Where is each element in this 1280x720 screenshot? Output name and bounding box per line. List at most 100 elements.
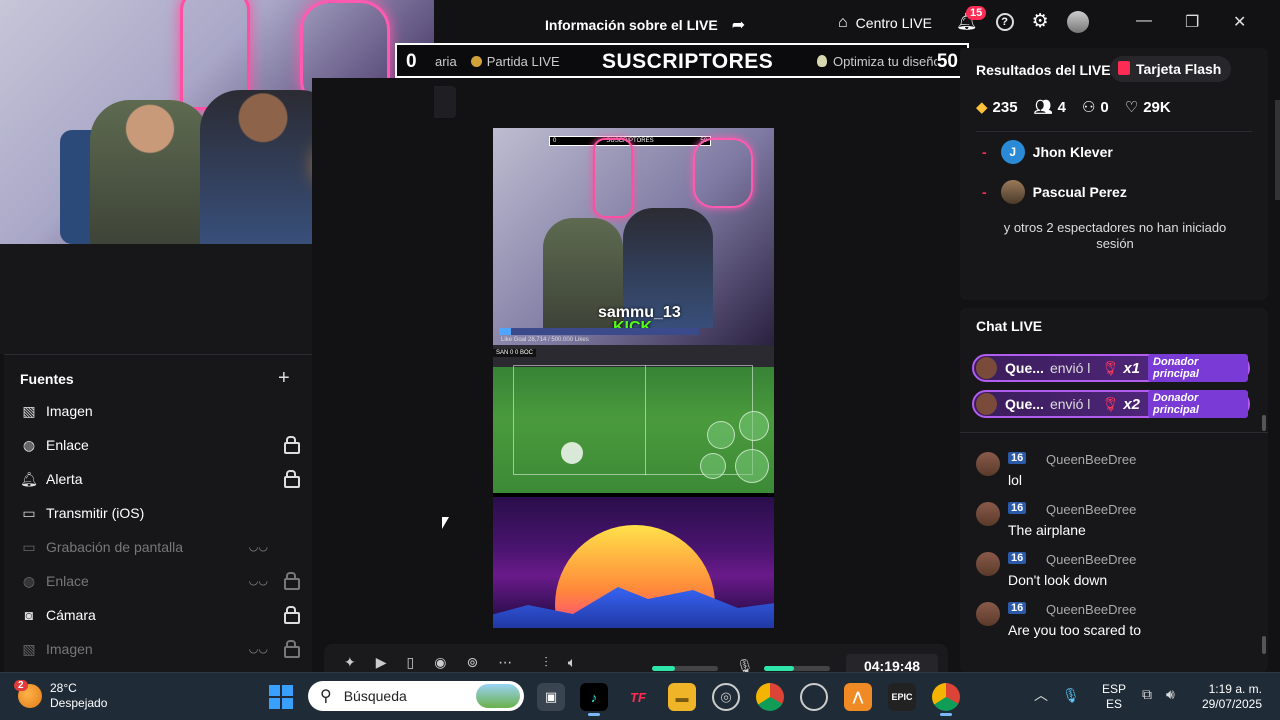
more-icon[interactable]: ⋯ bbox=[498, 654, 512, 671]
taskbar-search[interactable]: ⚲ Búsqueda bbox=[308, 681, 524, 711]
settings-gear-icon[interactable]: ⚙ bbox=[1032, 10, 1049, 33]
followers-stat: ⚇ 0 bbox=[1082, 98, 1109, 116]
source-item[interactable]: ▭ Transmitir (iOS) bbox=[20, 501, 300, 525]
effects-icon[interactable]: ⊚ bbox=[466, 654, 478, 671]
user-level-badge: 16 bbox=[1008, 552, 1027, 564]
viewer-avatar bbox=[1000, 180, 1025, 204]
hidden-eye-icon[interactable]: ◡◡ bbox=[249, 540, 268, 553]
microphone-icon[interactable]: 🎙︎ bbox=[736, 658, 754, 672]
record-icon[interactable]: ◉ bbox=[434, 654, 446, 671]
lock-icon[interactable] bbox=[284, 436, 300, 454]
weather-widget[interactable]: 2 28°C Despejado bbox=[14, 680, 107, 711]
viewers-stat: 👥︎ 4 bbox=[1034, 98, 1066, 116]
bell-icon: 🔔︎ bbox=[20, 470, 38, 487]
lock-icon[interactable] bbox=[284, 470, 300, 488]
source-item[interactable]: ◍ Enlace ◡◡ bbox=[20, 569, 300, 593]
network-icon[interactable]: ⧉ bbox=[1142, 686, 1152, 703]
close-icon[interactable]: ✕ bbox=[1233, 12, 1246, 32]
circle-app-icon[interactable] bbox=[800, 683, 828, 711]
media-icon[interactable]: ▶ bbox=[376, 654, 387, 671]
viewer-row[interactable]: - Pascual Perez bbox=[982, 179, 1127, 205]
microphone-icon[interactable]: 🎙︎ bbox=[1062, 687, 1080, 704]
chat-message[interactable]: 16 QueenBeeDree Don't look down bbox=[976, 550, 1246, 590]
taskbar-clock[interactable]: 1:19 a. m. 29/07/2025 bbox=[1198, 682, 1262, 712]
chevron-up-icon[interactable]: ︿ bbox=[1034, 685, 1048, 705]
globe-icon: ◍ bbox=[22, 436, 36, 453]
lock-icon[interactable] bbox=[284, 606, 300, 624]
live-info-header[interactable]: Información sobre el LIVE ➦ bbox=[545, 15, 745, 35]
source-label: Cámara bbox=[46, 607, 96, 623]
mic-slider[interactable] bbox=[764, 666, 830, 671]
heart-icon: ♡ bbox=[1124, 99, 1139, 116]
search-highlight-image bbox=[476, 684, 520, 708]
source-item[interactable]: ◙ Cámara bbox=[20, 603, 300, 627]
vertical-stream-canvas[interactable]: 0 SUSCRIPTORES 50 sammu_13 KICK Like Goa… bbox=[493, 128, 774, 628]
speaker-icon[interactable]: 🔈︎ bbox=[568, 654, 576, 671]
source-item[interactable]: ▭ Grabación de pantalla ◡◡ bbox=[20, 535, 300, 559]
launcher-app-icon[interactable]: ⋀ bbox=[844, 683, 872, 711]
live-chat-card: Chat LIVE Que... envió l 🌹︎ x1 Donador p… bbox=[960, 308, 1268, 672]
viewer-name: Jhon Klever bbox=[1032, 144, 1113, 160]
viewer-row[interactable]: - J Jhon Klever bbox=[982, 139, 1113, 165]
gift-sender: Que... bbox=[1005, 360, 1044, 376]
mixer-icon[interactable]: ⫶ bbox=[544, 654, 548, 671]
gift-notification[interactable]: Que... envió l 🌹︎ x2 Donador principal bbox=[972, 390, 1250, 418]
maximize-icon[interactable]: ❐ bbox=[1185, 12, 1199, 32]
magic-icon[interactable]: ✦ bbox=[344, 654, 356, 671]
windows-start-icon[interactable] bbox=[269, 685, 293, 709]
right-edge-scrollbar[interactable] bbox=[1275, 100, 1280, 200]
file-explorer-icon[interactable]: ▬ bbox=[668, 683, 696, 711]
tf-app-icon[interactable]: TF bbox=[624, 683, 652, 711]
chat-message[interactable]: 16 QueenBeeDree Are you too scared to bbox=[976, 600, 1246, 640]
source-item[interactable]: 🔔︎ Alerta bbox=[20, 467, 300, 491]
panel-resize-handle[interactable] bbox=[434, 86, 456, 118]
canvas-background-layer[interactable] bbox=[493, 497, 774, 628]
source-label: Grabación de pantalla bbox=[46, 539, 183, 555]
profile-avatar[interactable] bbox=[1066, 10, 1089, 33]
mic-slider-fill bbox=[764, 666, 794, 671]
source-item[interactable]: ▧ Imagen ◡◡ bbox=[20, 637, 300, 661]
goal-label: SUSCRIPTORES bbox=[602, 50, 774, 73]
viewer-dash: - bbox=[982, 144, 987, 160]
chrome-icon[interactable] bbox=[932, 683, 960, 716]
canvas-game-layer[interactable]: SAN 0 0 BOC bbox=[493, 345, 774, 493]
chat-text: lol bbox=[1008, 472, 1023, 488]
centro-live-label: Centro LIVE bbox=[855, 15, 932, 31]
volume-icon[interactable]: 🔊︎ bbox=[1166, 686, 1175, 703]
chat-message[interactable]: 16 QueenBeeDree lol bbox=[976, 450, 1246, 490]
centro-live-button[interactable]: ⌂ Centro LIVE bbox=[838, 14, 932, 32]
hidden-eye-icon[interactable]: ◡◡ bbox=[249, 574, 268, 587]
source-item[interactable]: ◍ Enlace bbox=[20, 433, 300, 457]
lock-icon[interactable] bbox=[284, 572, 300, 590]
like-goal-fill bbox=[499, 328, 511, 335]
obs-icon[interactable]: ◎ bbox=[712, 683, 740, 711]
live-timer: 04:19:48 bbox=[846, 654, 938, 672]
chat-avatar bbox=[976, 502, 1000, 526]
gift-message: envió l bbox=[1049, 360, 1091, 376]
chat-message[interactable]: 16 QueenBeeDree The airplane bbox=[976, 500, 1246, 540]
help-icon[interactable]: ? bbox=[995, 12, 1014, 31]
source-item[interactable]: ▧ Imagen bbox=[20, 399, 300, 423]
phone-icon[interactable]: ▯ bbox=[407, 654, 415, 671]
gift-scrollbar[interactable] bbox=[1262, 415, 1266, 431]
monitor-icon: ▭ bbox=[22, 504, 36, 521]
chat-avatar bbox=[976, 602, 1000, 626]
chrome-icon[interactable] bbox=[756, 683, 784, 711]
user-level-badge: 16 bbox=[1008, 452, 1027, 464]
add-source-button[interactable]: + bbox=[278, 367, 290, 390]
image-icon: ▧ bbox=[22, 640, 36, 657]
share-icon[interactable]: ➦ bbox=[732, 15, 745, 35]
task-view-icon[interactable]: ▣ bbox=[537, 683, 565, 711]
lock-icon[interactable] bbox=[284, 640, 300, 658]
hidden-eye-icon[interactable]: ◡◡ bbox=[249, 642, 268, 655]
tiktok-live-studio-icon[interactable]: ♪ bbox=[580, 683, 608, 716]
minimize-icon[interactable]: — bbox=[1136, 12, 1152, 30]
gift-notification[interactable]: Que... envió l 🌹︎ x1 Donador principal bbox=[972, 354, 1250, 382]
chat-scrollbar[interactable] bbox=[1262, 636, 1266, 654]
language-indicator[interactable]: ESP ES bbox=[1102, 682, 1126, 712]
divider bbox=[960, 432, 1268, 433]
volume-slider[interactable] bbox=[652, 666, 718, 671]
canvas-webcam-layer[interactable]: 0 SUSCRIPTORES 50 sammu_13 KICK Like Goa… bbox=[493, 128, 774, 345]
flash-card-button[interactable]: Tarjeta Flash bbox=[1110, 56, 1232, 82]
epic-games-icon[interactable]: EPIC bbox=[888, 683, 916, 711]
